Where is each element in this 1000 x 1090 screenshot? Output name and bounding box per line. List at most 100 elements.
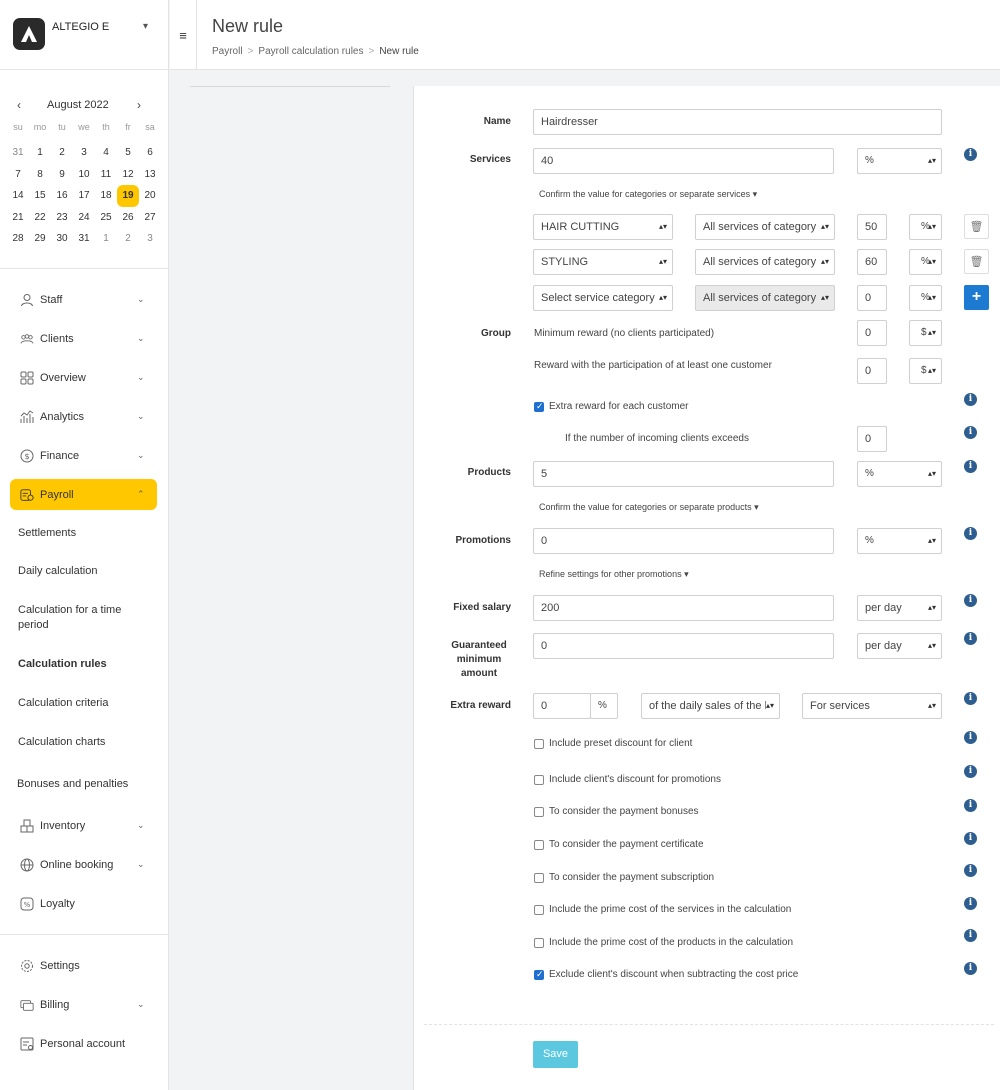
products-unit-select[interactable]: % ▴▾ (857, 461, 942, 487)
exceeds-input[interactable]: 0 (857, 426, 887, 452)
calendar-day[interactable]: 3 (139, 228, 161, 250)
participation-unit-select[interactable]: $ ▴▾ (909, 358, 942, 384)
extra-reward-for-select[interactable]: For services ▴▾ (802, 693, 942, 719)
info-icon[interactable]: i (964, 731, 977, 744)
calendar-day[interactable]: 20 (139, 185, 161, 207)
subnav-calculation-criteria[interactable]: Calculation criteria (0, 684, 169, 723)
brand-switcher[interactable]: ALTEGIO E ▾ (0, 0, 168, 70)
calendar-day[interactable]: 31 (7, 142, 29, 164)
check-payment-certificate[interactable] (534, 840, 544, 850)
calendar-day[interactable]: 10 (73, 164, 95, 186)
hamburger-menu-icon[interactable]: ≡ (170, 0, 197, 70)
min-reward-input[interactable]: 0 (857, 320, 887, 346)
extra-reward-base-select[interactable]: of the daily sales of the l ▴▾ (641, 693, 780, 719)
calendar-day[interactable]: 5 (117, 142, 139, 164)
fixed-salary-input[interactable]: 200 (533, 595, 834, 621)
participation-input[interactable]: 0 (857, 358, 887, 384)
calendar-day[interactable]: 22 (29, 207, 51, 229)
nav-item-finance[interactable]: $ Finance ⌄ (0, 436, 169, 475)
info-icon[interactable]: i (964, 393, 977, 406)
category-value-input-2[interactable]: 60 (857, 249, 887, 275)
category-select-1[interactable]: HAIR CUTTING ▴▾ (533, 214, 673, 240)
calendar-day[interactable]: 9 (51, 164, 73, 186)
scope-select-2[interactable]: All services of category ▴▾ (695, 249, 835, 275)
calendar-day[interactable]: 12 (117, 164, 139, 186)
nav-item-analytics[interactable]: Analytics ⌄ (0, 397, 169, 436)
info-icon[interactable]: i (964, 148, 977, 161)
calendar-day[interactable]: 16 (51, 185, 73, 207)
category-value-input-1[interactable]: 50 (857, 214, 887, 240)
calendar-day[interactable]: 3 (73, 142, 95, 164)
min-reward-unit-select[interactable]: $ ▴▾ (909, 320, 942, 346)
info-icon[interactable]: i (964, 832, 977, 845)
products-value-input[interactable]: 5 (533, 461, 834, 487)
nav-item-online-booking[interactable]: Online booking ⌄ (0, 845, 169, 884)
info-icon[interactable]: i (964, 527, 977, 540)
calendar-day[interactable]: 28 (7, 228, 29, 250)
check-preset-discount[interactable] (534, 739, 544, 749)
check-exclude-discount[interactable] (534, 969, 544, 980)
calendar-day[interactable]: 2 (51, 142, 73, 164)
calendar-day[interactable]: 29 (29, 228, 51, 250)
calendar-day[interactable]: 13 (139, 164, 161, 186)
nav-item-personal-account[interactable]: Personal account (0, 1024, 169, 1063)
calendar-prev-button[interactable]: ‹ (17, 98, 21, 112)
info-icon[interactable]: i (964, 692, 977, 705)
add-category-button[interactable]: + (964, 285, 989, 310)
name-input[interactable]: Hairdresser (533, 109, 942, 135)
save-button[interactable]: Save (533, 1041, 578, 1068)
info-icon[interactable]: i (964, 460, 977, 473)
category-unit-select-1[interactable]: % ▴▾ (909, 214, 942, 240)
info-icon[interactable]: i (964, 864, 977, 877)
subnav-calculation-period[interactable]: Calculation for a time period (0, 591, 169, 645)
category-unit-select-2[interactable]: % ▴▾ (909, 249, 942, 275)
info-icon[interactable]: i (964, 765, 977, 778)
calendar-day[interactable]: 26 (117, 207, 139, 229)
nav-item-billing[interactable]: Billing ⌄ (0, 985, 169, 1024)
calendar-day[interactable]: 18 (95, 185, 117, 207)
calendar-day[interactable]: 30 (51, 228, 73, 250)
calendar-day[interactable]: 31 (73, 228, 95, 250)
guaranteed-period-select[interactable]: per day ▴▾ (857, 633, 942, 659)
calendar-day[interactable]: 1 (95, 228, 117, 250)
guaranteed-input[interactable]: 0 (533, 633, 834, 659)
fixed-salary-period-select[interactable]: per day ▴▾ (857, 595, 942, 621)
subnav-bonuses-penalties[interactable]: Bonuses and penalties (0, 762, 169, 806)
nav-item-inventory[interactable]: Inventory ⌄ (0, 806, 169, 845)
services-unit-select[interactable]: % ▴▾ (857, 148, 942, 174)
promotions-value-input[interactable]: 0 (533, 528, 834, 554)
calendar-day[interactable]: 7 (7, 164, 29, 186)
check-payment-subscription[interactable] (534, 873, 544, 883)
nav-item-loyalty[interactable]: % Loyalty (0, 884, 169, 923)
calendar-day[interactable]: 19 (117, 185, 139, 207)
info-icon[interactable]: i (964, 897, 977, 910)
calendar-day[interactable]: 6 (139, 142, 161, 164)
info-icon[interactable]: i (964, 594, 977, 607)
calendar-day[interactable]: 11 (95, 164, 117, 186)
calendar-day[interactable]: 4 (95, 142, 117, 164)
breadcrumb-payroll[interactable]: Payroll (212, 46, 243, 57)
delete-category-button-2[interactable]: 🗑 (964, 249, 989, 274)
subnav-daily-calculation[interactable]: Daily calculation (0, 552, 169, 591)
nav-item-clients[interactable]: Clients ⌄ (0, 319, 169, 358)
nav-item-payroll[interactable]: Payroll ⌃ (10, 479, 157, 510)
info-icon[interactable]: i (964, 962, 977, 975)
calendar-day[interactable]: 1 (29, 142, 51, 164)
calendar-day[interactable]: 14 (7, 185, 29, 207)
extra-each-checkbox[interactable] (534, 401, 544, 412)
category-unit-select-new[interactable]: % ▴▾ (909, 285, 942, 311)
nav-item-settings[interactable]: Settings (0, 946, 169, 985)
calendar-day[interactable]: 27 (139, 207, 161, 229)
breadcrumb-payroll-rules[interactable]: Payroll calculation rules (258, 46, 363, 57)
info-icon[interactable]: i (964, 929, 977, 942)
subnav-calculation-charts[interactable]: Calculation charts (0, 723, 169, 762)
calendar-next-button[interactable]: › (137, 98, 141, 112)
calendar-day[interactable]: 15 (29, 185, 51, 207)
check-prime-cost-services[interactable] (534, 905, 544, 915)
check-promo-discount[interactable] (534, 775, 544, 785)
promotions-refine-link[interactable]: Refine settings for other promotions ▾ (539, 569, 689, 580)
promotions-unit-select[interactable]: % ▴▾ (857, 528, 942, 554)
calendar-day[interactable]: 24 (73, 207, 95, 229)
check-prime-cost-products[interactable] (534, 938, 544, 948)
services-value-input[interactable]: 40 (533, 148, 834, 174)
